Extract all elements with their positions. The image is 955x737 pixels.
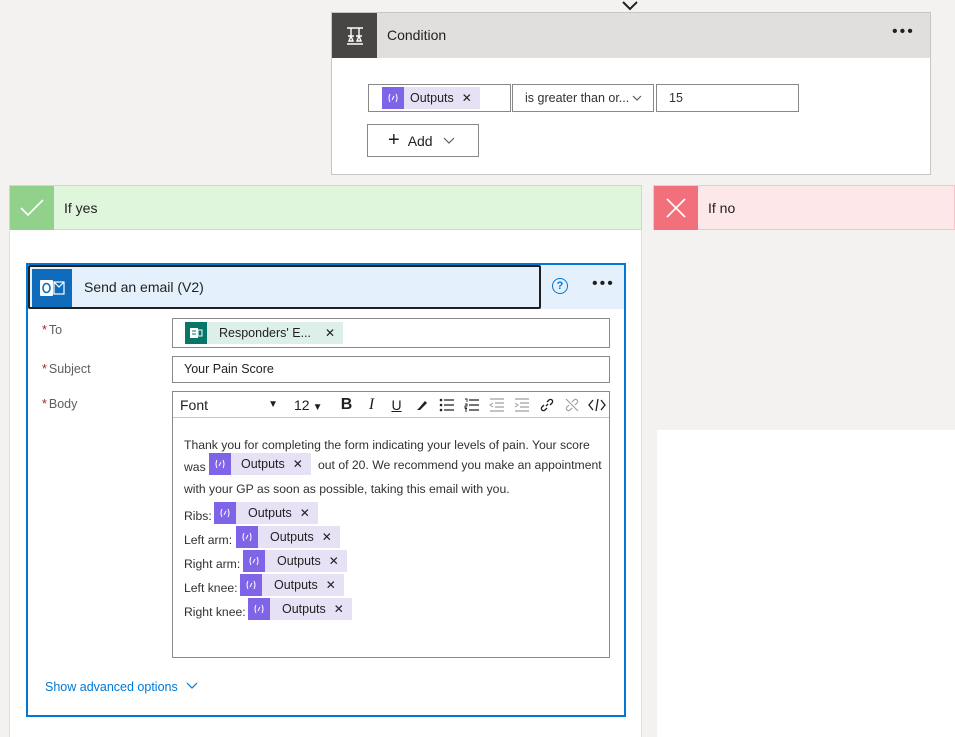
outputs-token[interactable]: Outputs ✕ (248, 598, 352, 620)
condition-more-icon[interactable]: ••• (892, 23, 915, 41)
flow-arrow-icon (622, 1, 638, 11)
remove-token-icon[interactable]: ✕ (322, 530, 332, 544)
underline-icon[interactable]: U (384, 394, 409, 416)
remove-token-icon[interactable]: ✕ (326, 578, 336, 592)
remove-token-icon[interactable]: ✕ (462, 91, 472, 105)
to-label: * To (42, 323, 63, 337)
caret-down-icon: ▼ (268, 398, 278, 410)
remove-token-icon[interactable]: ✕ (300, 506, 310, 520)
if-no-body (657, 430, 955, 737)
pain-rows: Ribs: Outputs ✕ Left arm: Outputs ✕ Right … (184, 502, 484, 638)
body-paragraph-line: out of 20. We recommend you make an appo… (318, 458, 602, 472)
code-view-icon[interactable] (584, 394, 609, 416)
outputs-token[interactable]: Outputs ✕ (236, 526, 340, 548)
score-token[interactable]: Outputs ✕ (209, 453, 311, 475)
add-button[interactable]: + Add (367, 124, 479, 157)
operator-value: is greater than or... (525, 91, 630, 105)
responders-email-token-label: Responders' E... (219, 326, 312, 340)
chevron-down-icon (631, 85, 643, 120)
show-advanced-options-link[interactable]: Show advanced options (45, 679, 198, 694)
remove-token-icon[interactable]: ✕ (329, 554, 339, 568)
list-item: Ribs: (184, 509, 212, 523)
bullet-list-icon[interactable] (434, 394, 459, 416)
fx-icon (382, 87, 404, 109)
body-paragraph-line: was (184, 460, 206, 474)
font-size-select[interactable]: 12 ▼ (294, 397, 334, 413)
outlook-icon (32, 269, 72, 307)
caret-down-icon: ▼ (312, 401, 323, 413)
list-item: Left knee: (184, 581, 238, 595)
fx-icon (236, 526, 258, 548)
body-editor[interactable]: Font ▼ 12 ▼ B I U Thank you for completing… (172, 391, 610, 658)
send-email-title: Send an email (V2) (84, 279, 204, 295)
fx-icon (209, 453, 231, 475)
if-yes-label: If yes (64, 200, 98, 216)
forms-icon (185, 322, 207, 344)
body-paragraph-line: with your GP as soon as possible, taking… (184, 482, 510, 496)
send-email-card: Send an email (V2) ? ••• * To Responders'… (26, 263, 626, 717)
condition-header[interactable]: Condition ••• (332, 13, 930, 58)
numbered-list-icon[interactable] (459, 394, 484, 416)
add-button-label: Add (407, 132, 433, 149)
subject-input[interactable]: Your Pain Score (172, 356, 610, 383)
outputs-token[interactable]: Outputs ✕ (382, 87, 480, 109)
chevron-down-icon (186, 679, 198, 694)
condition-icon (332, 13, 377, 58)
condition-operand-field[interactable]: Outputs ✕ (368, 84, 511, 112)
font-select[interactable]: Font ▼ (177, 394, 286, 416)
close-icon (654, 186, 698, 230)
bold-icon[interactable]: B (334, 394, 359, 416)
fx-icon (243, 550, 265, 572)
rich-text-toolbar: Font ▼ 12 ▼ B I U (173, 392, 609, 418)
if-no-label: If no (708, 200, 736, 216)
checkmark-icon (10, 186, 54, 230)
remove-token-icon[interactable]: ✕ (293, 457, 303, 471)
send-email-header: Send an email (V2) ? ••• (28, 265, 624, 309)
list-item: Left arm: (184, 533, 233, 547)
remove-token-icon[interactable]: ✕ (325, 326, 335, 340)
body-label: * Body (42, 397, 78, 411)
condition-card: Condition ••• Outputs ✕ is greater than … (331, 12, 931, 175)
list-item: Right knee: (184, 605, 246, 619)
fx-icon (240, 574, 262, 596)
body-paragraph-line: Thank you for completing the form indica… (184, 438, 590, 452)
if-no-header[interactable]: If no (653, 185, 955, 230)
condition-value-input[interactable]: 15 (656, 84, 799, 112)
list-item: Right arm: (184, 557, 241, 571)
to-field[interactable]: Responders' E... ✕ (172, 318, 610, 348)
chevron-down-icon (443, 133, 455, 149)
outputs-token-label: Outputs (410, 91, 454, 105)
increase-indent-icon[interactable] (509, 394, 534, 416)
if-yes-header[interactable]: If yes (9, 185, 642, 230)
unlink-icon[interactable] (559, 394, 584, 416)
fx-icon (248, 598, 270, 620)
subject-label: * Subject (42, 362, 91, 376)
email-more-icon[interactable]: ••• (592, 275, 615, 293)
help-icon[interactable]: ? (552, 278, 568, 294)
condition-title: Condition (387, 27, 447, 43)
outputs-token[interactable]: Outputs ✕ (214, 502, 318, 524)
link-icon[interactable] (534, 394, 559, 416)
responders-email-token[interactable]: Responders' E... ✕ (185, 322, 344, 344)
decrease-indent-icon[interactable] (484, 394, 509, 416)
operator-select[interactable]: is greater than or... (512, 84, 654, 112)
italic-icon[interactable]: I (359, 394, 384, 416)
send-email-title-bar[interactable]: Send an email (V2) (28, 265, 541, 309)
outputs-token[interactable]: Outputs ✕ (240, 574, 344, 596)
remove-token-icon[interactable]: ✕ (334, 602, 344, 616)
plus-icon: + (388, 129, 400, 151)
outputs-token[interactable]: Outputs ✕ (243, 550, 347, 572)
highlighter-icon[interactable] (409, 394, 434, 416)
fx-icon (214, 502, 236, 524)
